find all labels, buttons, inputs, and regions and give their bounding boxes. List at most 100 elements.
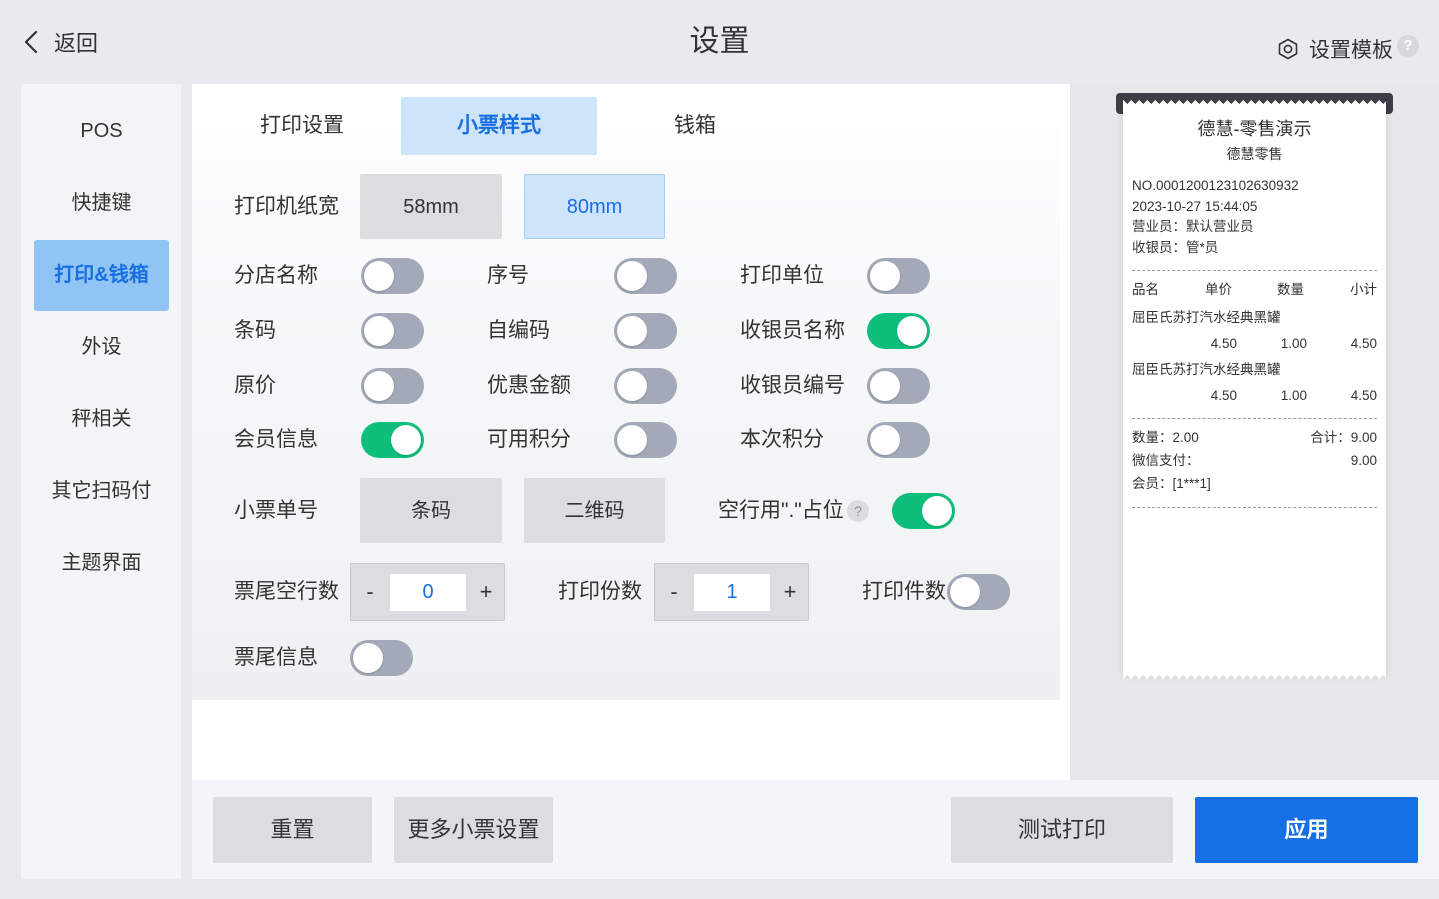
decrement-button[interactable]: - <box>655 564 693 620</box>
receipt-cashier: 收银员：管*员 <box>1132 240 1219 255</box>
toggle-knob <box>364 316 394 346</box>
increment-button[interactable]: + <box>771 564 809 620</box>
increment-button[interactable]: + <box>467 564 505 620</box>
branch-name-label: 分店名称 <box>234 264 318 287</box>
decrement-button[interactable]: - <box>351 564 389 620</box>
receipt-store-subtitle: 德慧零售 <box>1226 146 1283 162</box>
tab-print-settings[interactable]: 打印设置 <box>204 97 400 155</box>
available-points-label: 可用积分 <box>487 428 571 451</box>
receipt-edge-bottom <box>1123 675 1386 679</box>
receipt-divider <box>1132 270 1377 271</box>
template-help-icon[interactable]: ? <box>1397 35 1419 57</box>
sidebar-item-scale[interactable]: 秤相关 <box>34 384 169 455</box>
receipt-salesperson: 营业员：默认营业员 <box>1132 219 1254 234</box>
receipt-item-name: 屈臣氏苏打汽水经典黑罐 <box>1132 310 1281 325</box>
toggle-knob <box>391 425 421 455</box>
print-unit-label: 打印单位 <box>740 264 824 287</box>
sidebar-item-print-cash-drawer[interactable]: 打印&钱箱 <box>34 240 169 311</box>
tab-receipt-style[interactable]: 小票样式 <box>401 97 597 155</box>
cashier-name-label: 收银员名称 <box>740 319 845 342</box>
print-copies-input[interactable] <box>694 574 770 611</box>
print-unit-toggle[interactable] <box>867 258 930 294</box>
receipt-item-subtotal: 4.50 <box>1350 336 1377 351</box>
sidebar-item-theme[interactable]: 主题界面 <box>34 528 169 599</box>
hexagon-gear-icon <box>1277 38 1299 60</box>
ticket-number-barcode-button[interactable]: 条码 <box>360 478 502 543</box>
earned-points-label: 本次积分 <box>740 428 824 451</box>
barcode-toggle[interactable] <box>361 313 424 349</box>
receipt-paper: 德慧-零售演示 德慧零售 NO.0001200123102630932 2023… <box>1123 100 1386 679</box>
serial-number-toggle[interactable] <box>614 258 677 294</box>
branch-name-toggle[interactable] <box>361 258 424 294</box>
discount-amount-label: 优惠金额 <box>487 374 571 397</box>
toggle-knob <box>950 577 980 607</box>
available-points-toggle[interactable] <box>614 422 677 458</box>
receipt-item-qty: 1.00 <box>1280 336 1307 351</box>
action-bar: 重置 更多小票设置 测试打印 应用 <box>192 780 1439 879</box>
paper-width-58mm-button[interactable]: 58mm <box>360 174 502 239</box>
toggle-knob <box>870 261 900 291</box>
template-settings-button[interactable]: 设置模板 <box>1277 36 1393 62</box>
toggle-knob <box>870 425 900 455</box>
member-info-label: 会员信息 <box>234 428 318 451</box>
receipt-item-price: 4.50 <box>1210 336 1237 351</box>
footer-info-toggle[interactable] <box>350 640 413 676</box>
footer-blank-lines-input[interactable] <box>390 574 466 611</box>
sidebar-item-other-scan-pay[interactable]: 其它扫码付 <box>34 456 169 527</box>
paper-width-label: 打印机纸宽 <box>234 195 339 218</box>
blank-line-help-icon[interactable]: ? <box>847 500 869 522</box>
top-bar: 返回 设置 设置模板 ? <box>0 0 1439 84</box>
page-title: 设置 <box>689 25 750 58</box>
sidebar-item-peripherals[interactable]: 外设 <box>34 312 169 383</box>
receipt-item-qty: 1.00 <box>1280 388 1307 403</box>
print-item-count-toggle[interactable] <box>947 574 1010 610</box>
print-copies-stepper: - + <box>654 563 809 621</box>
receipt-col-subtotal: 小计 <box>1350 282 1377 297</box>
sidebar: POS 快捷键 打印&钱箱 外设 秤相关 其它扫码付 主题界面 <box>21 84 181 879</box>
footer-info-label: 票尾信息 <box>234 646 318 669</box>
member-info-toggle[interactable] <box>361 422 424 458</box>
custom-code-label: 自编码 <box>487 319 550 342</box>
toggle-knob <box>364 261 394 291</box>
reset-button[interactable]: 重置 <box>213 797 372 863</box>
receipt-datetime: 2023-10-27 15:44:05 <box>1132 199 1258 214</box>
receipt-divider <box>1132 418 1377 419</box>
receipt-col-price: 单价 <box>1205 282 1232 297</box>
receipt-payment-amount: 9.00 <box>1350 453 1377 468</box>
toggle-knob <box>617 425 647 455</box>
blank-line-placeholder-toggle[interactable] <box>892 493 955 529</box>
toggle-knob <box>617 371 647 401</box>
test-print-button[interactable]: 测试打印 <box>951 797 1173 863</box>
cashier-id-toggle[interactable] <box>867 368 930 404</box>
receipt-preview-panel: 德慧-零售演示 德慧零售 NO.0001200123102630932 2023… <box>1070 84 1439 780</box>
toggle-knob <box>353 643 383 673</box>
receipt-payment-method: 微信支付： <box>1132 453 1200 468</box>
settings-area: 打印设置 小票样式 钱箱 打印机纸宽 58mm 80mm 分店名称 序号 打印单… <box>192 84 1060 700</box>
apply-button[interactable]: 应用 <box>1195 797 1418 863</box>
footer-blank-lines-stepper: - + <box>350 563 505 621</box>
receipt-divider <box>1132 507 1377 508</box>
receipt-member: 会员：[1***1] <box>1132 476 1211 491</box>
toggle-knob <box>364 371 394 401</box>
ticket-number-qrcode-button[interactable]: 二维码 <box>524 478 665 543</box>
sidebar-item-pos[interactable]: POS <box>34 96 169 167</box>
sidebar-item-shortcuts[interactable]: 快捷键 <box>34 168 169 239</box>
cashier-name-toggle[interactable] <box>867 313 930 349</box>
toggle-knob <box>922 496 952 526</box>
barcode-label: 条码 <box>234 319 276 342</box>
receipt-col-name: 品名 <box>1132 282 1159 297</box>
template-settings-label: 设置模板 <box>1309 39 1393 62</box>
original-price-toggle[interactable] <box>361 368 424 404</box>
toggle-knob <box>897 316 927 346</box>
earned-points-toggle[interactable] <box>867 422 930 458</box>
receipt-edge-top <box>1123 100 1386 104</box>
paper-width-80mm-button[interactable]: 80mm <box>524 174 665 239</box>
custom-code-toggle[interactable] <box>614 313 677 349</box>
receipt-item-subtotal: 4.50 <box>1350 388 1377 403</box>
receipt-item-name: 屈臣氏苏打汽水经典黑罐 <box>1132 362 1281 377</box>
more-receipt-settings-button[interactable]: 更多小票设置 <box>394 797 553 863</box>
receipt-total-qty: 数量：2.00 <box>1132 430 1199 445</box>
tab-cash-drawer[interactable]: 钱箱 <box>597 97 793 155</box>
discount-amount-toggle[interactable] <box>614 368 677 404</box>
print-copies-label: 打印份数 <box>558 580 642 603</box>
